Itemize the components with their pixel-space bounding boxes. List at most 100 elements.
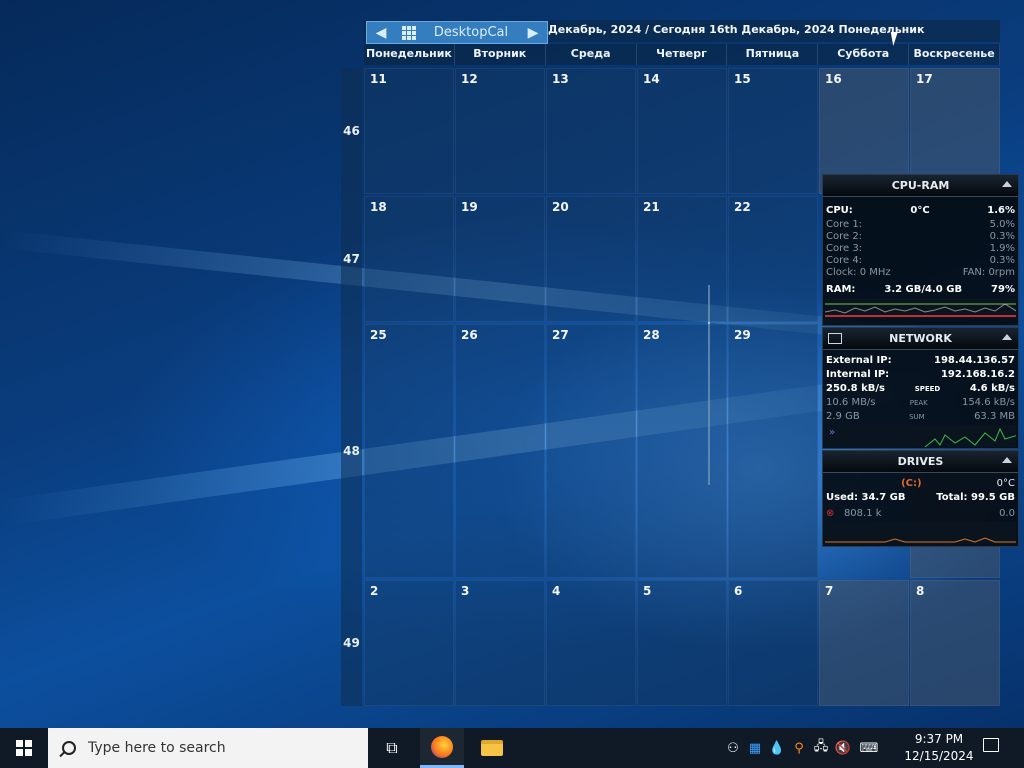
day-cell[interactable]: 13	[546, 68, 636, 194]
cpu-row: CPU: 0°C 1.6%	[823, 203, 1018, 219]
day-number: 18	[370, 200, 387, 214]
day-cell[interactable]: 12	[455, 68, 545, 194]
collapse-caret-icon[interactable]	[1002, 181, 1012, 187]
taskbar: Type here to search ⧉ ⚇ ▦ 💧 ⚲ 🖧 🔇 ⌨ 9:37…	[0, 728, 1024, 768]
svg-text:»: »	[829, 427, 835, 438]
day-cell[interactable]: 29	[728, 324, 818, 578]
people-icon[interactable]: ⚇	[722, 741, 744, 756]
volume-muted-icon[interactable]: 🔇	[832, 741, 854, 756]
day-number: 16	[825, 72, 842, 86]
menu-grid-icon[interactable]	[395, 22, 423, 43]
day-cell[interactable]: 28	[637, 324, 727, 578]
drive-temp: 0°C	[996, 478, 1015, 489]
week-number: 46	[343, 124, 360, 138]
day-cell[interactable]: 5	[637, 580, 727, 706]
gadget-title: NETWORK	[889, 332, 952, 345]
taskbar-clock[interactable]: 9:37 PM 12/15/2024	[900, 731, 978, 765]
peak-row: 10.6 MB/s PEAK 154.6 kB/s	[826, 397, 1015, 408]
cpu-ram-header: CPU-RAM	[823, 175, 1018, 197]
day-cell[interactable]: 11	[364, 68, 454, 194]
day-cell[interactable]: 20	[546, 196, 636, 322]
day-cell-weekend[interactable]: 8	[910, 580, 1000, 706]
day-number: 13	[552, 72, 569, 86]
notification-center-icon[interactable]	[983, 738, 999, 752]
desktopcal-toolbar: ◀ DesktopCal ▶	[366, 21, 548, 44]
day-number: 26	[461, 328, 478, 342]
firefox-taskbar-button[interactable]	[420, 728, 464, 768]
weekday-name: Вторник	[455, 44, 546, 65]
drive-row: (C:) 0°C	[823, 477, 1018, 491]
magnifier-app-icon[interactable]: ⚲	[788, 741, 810, 756]
drive-letter: (C:)	[901, 478, 922, 489]
file-explorer-taskbar-button[interactable]	[470, 728, 514, 768]
day-cell-weekend[interactable]: 7	[819, 580, 909, 706]
network-gadget: NETWORK External IP: 198.44.136.57 Intern…	[822, 327, 1019, 449]
day-cell[interactable]: 18	[364, 196, 454, 322]
keyboard-icon[interactable]: ⌨	[854, 741, 884, 756]
calendar-title: Декабрь, 2024 / Сегодня 16th Декабрь, 20…	[548, 23, 925, 36]
day-cell[interactable]: 14	[637, 68, 727, 194]
drive-activity-graph	[825, 522, 1016, 544]
next-month-arrow-icon[interactable]: ▶	[519, 25, 547, 41]
clock-date: 12/15/2024	[904, 749, 974, 763]
sum-row: 2.9 GB SUM 63.3 MB	[826, 411, 1015, 422]
cpu-ram-gadget: CPU-RAM CPU: 0°C 1.6% Core 1: 5.0% Core 2…	[822, 174, 1019, 326]
day-number: 19	[461, 200, 478, 214]
day-number: 28	[643, 328, 660, 342]
day-cell[interactable]: 21	[637, 196, 727, 322]
search-icon	[62, 741, 76, 755]
day-cell[interactable]: 15	[728, 68, 818, 194]
week-number: 47	[343, 252, 360, 266]
core-row: Core 1: 5.0%	[826, 219, 1015, 230]
core-row: Core 3: 1.9%	[826, 243, 1015, 254]
day-number: 22	[734, 200, 751, 214]
monitor-icon	[828, 333, 842, 344]
cpu-label: CPU:	[826, 205, 853, 216]
weekday-name: Суббота	[818, 44, 910, 65]
network-header: NETWORK	[823, 328, 1018, 350]
day-number: 14	[643, 72, 660, 86]
network-icon[interactable]: 🖧	[810, 737, 832, 759]
day-number: 4	[552, 584, 561, 598]
week-number-column: 46 47 48 49	[341, 68, 362, 706]
prev-month-arrow-icon[interactable]: ◀	[367, 25, 395, 41]
cpu-load: 1.6%	[987, 205, 1015, 216]
clock-fan-row: Clock: 0 MHz FAN: 0rpm	[826, 267, 1015, 278]
day-cell[interactable]: 2	[364, 580, 454, 706]
day-number: 27	[552, 328, 569, 342]
day-cell[interactable]: 3	[455, 580, 545, 706]
day-cell[interactable]: 19	[455, 196, 545, 322]
system-tray: ⚇ ▦ 💧 ⚲ 🖧 🔇 ⌨	[722, 728, 884, 768]
clock-time: 9:37 PM	[914, 732, 964, 746]
day-number: 2	[370, 584, 379, 598]
day-cell[interactable]: 25	[364, 324, 454, 578]
weekday-name: Пятница	[727, 44, 819, 65]
day-number: 25	[370, 328, 387, 342]
collapse-caret-icon[interactable]	[1002, 457, 1012, 463]
external-ip-row: External IP: 198.44.136.57	[826, 355, 1015, 366]
core-row: Core 4: 0.3%	[826, 255, 1015, 266]
day-number: 6	[734, 584, 743, 598]
start-button[interactable]	[0, 728, 48, 768]
day-number: 8	[916, 584, 925, 598]
day-number: 21	[643, 200, 660, 214]
app-grid-icon[interactable]: ▦	[744, 741, 766, 756]
core-row: Core 2: 0.3%	[826, 231, 1015, 242]
internal-ip-row: Internal IP: 192.168.16.2	[826, 369, 1015, 380]
drop-icon[interactable]: 💧	[766, 741, 788, 756]
windows-logo-icon	[16, 740, 32, 756]
drives-header: DRIVES	[823, 451, 1018, 473]
drives-gadget: DRIVES (C:) 0°C Used: 34.7 GB Total: 99.5…	[822, 450, 1019, 547]
app-name: DesktopCal	[433, 25, 509, 40]
folder-icon	[481, 740, 503, 756]
day-cell[interactable]: 22	[728, 196, 818, 322]
day-number: 3	[461, 584, 470, 598]
day-cell[interactable]: 6	[728, 580, 818, 706]
task-view-icon[interactable]: ⧉	[370, 728, 414, 768]
taskbar-search[interactable]: Type here to search	[48, 728, 368, 768]
day-cell[interactable]: 4	[546, 580, 636, 706]
day-cell[interactable]: 26	[455, 324, 545, 578]
collapse-caret-icon[interactable]	[1002, 334, 1012, 340]
day-cell[interactable]: 27	[546, 324, 636, 578]
firefox-icon	[431, 735, 453, 758]
